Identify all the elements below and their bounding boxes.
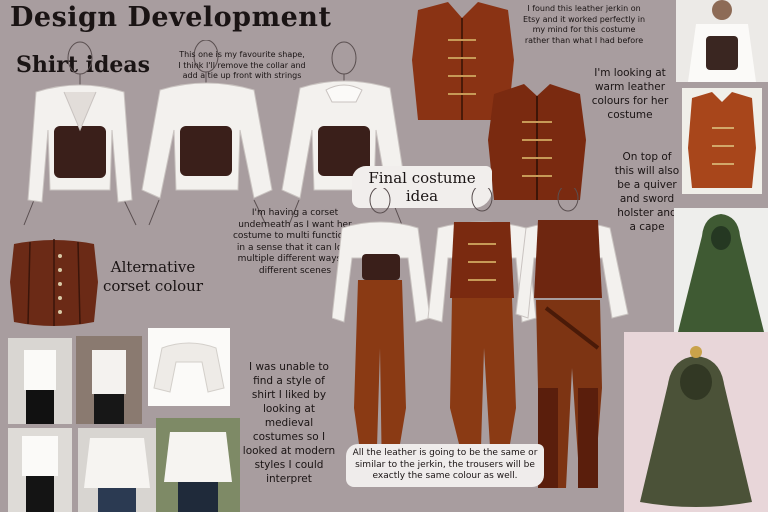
leather-jerkin-back (488, 84, 586, 200)
page-title: Design Development (10, 2, 332, 33)
reference-photo-shirt-1 (8, 338, 72, 424)
reference-photo-shirt-6 (156, 418, 240, 512)
note-favourite-shape: This one is my favourite shape, I think … (178, 50, 306, 80)
label-alternative-corset: Alternative corset colour (102, 258, 204, 295)
note-warm-leather: I'm looking at warm leather colours for … (591, 67, 669, 121)
mood-board: Design Development Shirt ideas This one … (0, 0, 768, 512)
reference-photo-green-cape (674, 208, 768, 342)
reference-photo-corset-model (676, 0, 768, 82)
note-jerkin-etsy: I found this leather jerkin on Etsy and … (522, 4, 646, 45)
alternative-corset-image (10, 239, 98, 326)
caption-leather-same: All the leather is going to be the same … (346, 444, 544, 487)
reference-photo-shirt-2 (76, 336, 142, 424)
reference-photo-shirt-4 (8, 428, 72, 512)
note-medieval-shirt: I was unable to find a style of shirt I … (242, 361, 336, 485)
reference-photo-olive-cape (624, 332, 768, 512)
reference-photo-shirt-3 (148, 328, 230, 406)
reference-photo-jerkin-mannequin (682, 88, 762, 194)
reference-photo-shirt-5 (78, 428, 156, 512)
